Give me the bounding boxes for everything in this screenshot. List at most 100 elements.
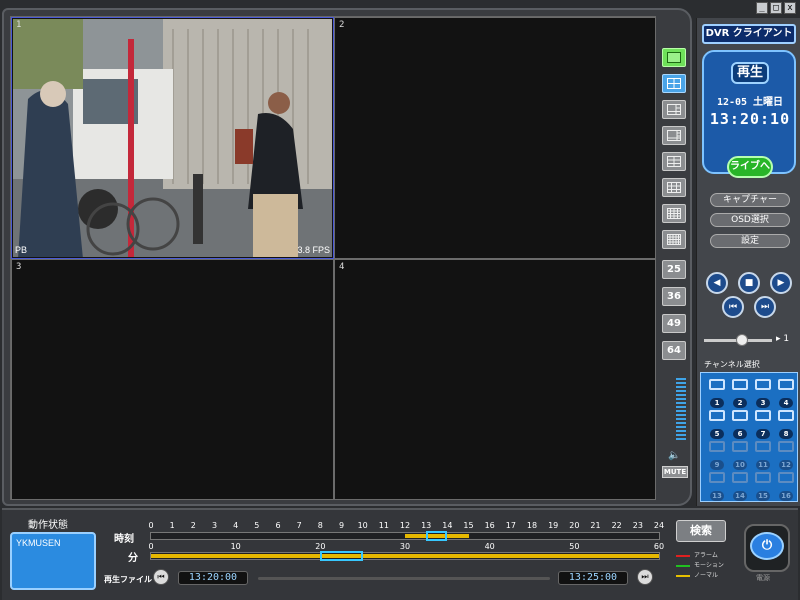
minute-tick-label: 50	[569, 542, 580, 551]
layout-64-button[interactable]: 64	[662, 341, 686, 360]
hour-label: 時刻	[114, 534, 134, 545]
status-title: 動作状態	[28, 520, 68, 531]
hour-tick-label: 12	[399, 521, 411, 530]
hour-tick-label: 15	[463, 521, 474, 530]
video-cell-4[interactable]: 4	[334, 259, 656, 500]
layout-25-button[interactable]: 25	[662, 260, 686, 279]
layout-1x1-button[interactable]	[662, 48, 686, 67]
stop-icon: ■	[744, 278, 754, 288]
hour-tick-label: 8	[317, 521, 323, 530]
video-cell-3[interactable]: 3	[11, 259, 334, 500]
ten-view-icon	[667, 156, 681, 167]
file-start-time: 13:20:00	[178, 571, 248, 585]
hour-tick-label: 17	[505, 521, 516, 530]
channel-button[interactable]: 12	[776, 441, 796, 470]
channel-button[interactable]: 7	[753, 410, 773, 439]
channel-select-panel: 1 2 3 4 5 6 7 8 9 10 11 12 13 14 15 16	[700, 372, 798, 502]
stop-button[interactable]: ■	[738, 272, 760, 294]
live-button[interactable]: ライブへ	[727, 156, 773, 178]
hour-timeline[interactable]	[150, 531, 660, 541]
settings-button[interactable]: 設定	[710, 234, 790, 248]
prev-file-icon: ⏮	[157, 572, 165, 581]
channel-button[interactable]: 11	[753, 441, 773, 470]
channel-button[interactable]: 1	[707, 379, 727, 408]
camera-icon	[755, 472, 771, 483]
minute-timeline[interactable]	[150, 551, 660, 561]
layout-8-button[interactable]	[662, 126, 686, 145]
step-back-button[interactable]: ⏮	[722, 296, 744, 318]
volume-meter[interactable]	[676, 378, 686, 442]
hour-tick-label: 3	[211, 521, 218, 530]
channel-button[interactable]: 8	[776, 410, 796, 439]
channel-button[interactable]: 5	[707, 410, 727, 439]
channel-button[interactable]: 2	[730, 379, 750, 408]
hour-cursor[interactable]	[426, 531, 448, 541]
hour-tick-label: 5	[254, 521, 260, 530]
channel-button[interactable]: 15	[753, 472, 773, 501]
layout-10-button[interactable]	[662, 152, 686, 171]
minimize-button[interactable]: _	[756, 2, 768, 14]
layout-6-button[interactable]	[662, 100, 686, 119]
channel-number: 12	[779, 460, 793, 470]
layout-13-button[interactable]	[662, 178, 686, 197]
channel-button[interactable]: 6	[730, 410, 750, 439]
speed-value: ▸ 1	[776, 334, 790, 344]
video-cell-1[interactable]: 1 PB 3.8 FPS	[11, 17, 334, 259]
video-cell-2[interactable]: 2	[334, 17, 656, 259]
hour-tick-label: 19	[548, 521, 559, 530]
fps-indicator: 3.8 FPS	[297, 245, 330, 255]
thirteen-view-icon	[667, 182, 681, 193]
layout-grid-button[interactable]	[662, 230, 686, 249]
sixteen-view-icon	[667, 208, 681, 219]
next-file-icon: ⏭	[641, 572, 649, 581]
maximize-button[interactable]: □	[770, 2, 782, 14]
channel-button[interactable]: 10	[730, 441, 750, 470]
close-button[interactable]: x	[784, 2, 796, 14]
mute-button[interactable]: MUTE	[662, 466, 688, 478]
power-icon: ⏻	[761, 538, 773, 553]
rewind-icon: ◀	[713, 278, 721, 288]
channel-button[interactable]: 4	[776, 379, 796, 408]
file-progress-slider[interactable]	[258, 577, 550, 580]
speed-slider-handle[interactable]	[736, 334, 748, 346]
six-view-icon	[667, 104, 681, 115]
channel-number: 9	[710, 460, 724, 470]
channel-button[interactable]: 16	[776, 472, 796, 501]
channel-select-title: チャンネル選択	[704, 360, 760, 369]
channel-number: 8	[779, 429, 793, 439]
legend-motion: モーション	[676, 560, 724, 569]
channel-button[interactable]: 13	[707, 472, 727, 501]
camera-icon	[755, 441, 771, 452]
channel-button[interactable]: 9	[707, 441, 727, 470]
power-button[interactable]: ⏻	[750, 532, 784, 560]
minute-tick-label: 0	[148, 542, 154, 551]
camera-icon	[778, 472, 794, 483]
channel-button[interactable]: 3	[753, 379, 773, 408]
capture-button[interactable]: キャプチャー	[710, 193, 790, 207]
layout-16-button[interactable]	[662, 204, 686, 223]
layout-36-button[interactable]: 36	[662, 287, 686, 306]
prev-file-button[interactable]: ⏮	[153, 569, 169, 585]
channel-number: 5	[710, 429, 724, 439]
play-button[interactable]: ▶	[770, 272, 792, 294]
layout-2x2-button[interactable]	[662, 74, 686, 93]
minute-cursor[interactable]	[320, 551, 363, 561]
minute-label: 分	[128, 553, 138, 564]
hour-tick-label: 9	[338, 521, 345, 530]
video-grid: 1 PB 3.8 FPS 2 3 4	[10, 16, 656, 500]
cell-number: 1	[16, 20, 22, 30]
rewind-button[interactable]: ◀	[706, 272, 728, 294]
layout-49-button[interactable]: 49	[662, 314, 686, 333]
single-view-icon	[667, 52, 681, 63]
osd-select-button[interactable]: OSD選択	[710, 213, 790, 227]
hour-tick-label: 18	[526, 521, 538, 530]
step-forward-button[interactable]: ⏭	[754, 296, 776, 318]
channel-number: 4	[779, 398, 793, 408]
camera-image	[13, 19, 332, 257]
hour-tick-label: 20	[569, 521, 580, 530]
search-button[interactable]: 検索	[676, 520, 726, 542]
channel-button[interactable]: 14	[730, 472, 750, 501]
hour-tick-label: 14	[442, 521, 453, 530]
camera-icon	[732, 472, 748, 483]
next-file-button[interactable]: ⏭	[637, 569, 653, 585]
